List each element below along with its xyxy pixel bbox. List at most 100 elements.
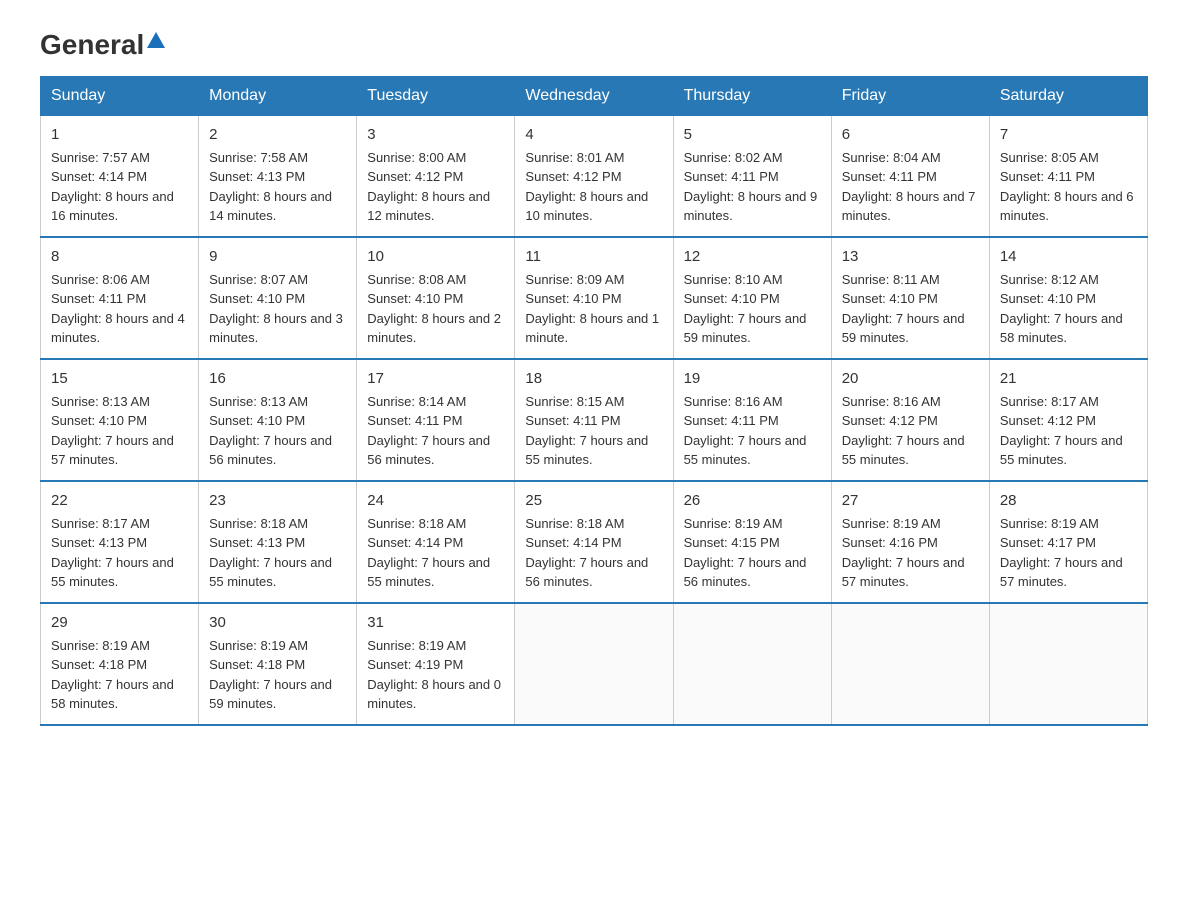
day-number: 5: [684, 124, 821, 146]
calendar-day-cell: [831, 603, 989, 725]
calendar-day-cell: [989, 603, 1147, 725]
weekday-header-row: SundayMondayTuesdayWednesdayThursdayFrid…: [41, 77, 1148, 116]
logo: General: [40, 30, 167, 56]
day-number: 4: [525, 124, 662, 146]
calendar-day-cell: 4 Sunrise: 8:01 AMSunset: 4:12 PMDaylight…: [515, 116, 673, 238]
day-info: Sunrise: 8:16 AMSunset: 4:12 PMDaylight:…: [842, 394, 965, 468]
day-number: 10: [367, 246, 504, 268]
weekday-header-tuesday: Tuesday: [357, 77, 515, 116]
day-info: Sunrise: 8:13 AMSunset: 4:10 PMDaylight:…: [209, 394, 332, 468]
calendar-day-cell: [673, 603, 831, 725]
logo-general: General: [40, 31, 144, 59]
day-number: 9: [209, 246, 346, 268]
day-number: 17: [367, 368, 504, 390]
day-info: Sunrise: 8:05 AMSunset: 4:11 PMDaylight:…: [1000, 150, 1134, 224]
day-info: Sunrise: 8:08 AMSunset: 4:10 PMDaylight:…: [367, 272, 501, 346]
calendar-day-cell: 3 Sunrise: 8:00 AMSunset: 4:12 PMDaylight…: [357, 116, 515, 238]
day-number: 13: [842, 246, 979, 268]
calendar-day-cell: 19 Sunrise: 8:16 AMSunset: 4:11 PMDayligh…: [673, 359, 831, 481]
day-number: 19: [684, 368, 821, 390]
calendar-day-cell: 24Sunrise: 8:18 AMSunset: 4:14 PMDayligh…: [357, 481, 515, 603]
weekday-header-sunday: Sunday: [41, 77, 199, 116]
calendar-week-row: 29 Sunrise: 8:19 AMSunset: 4:18 PMDayligh…: [41, 603, 1148, 725]
calendar-week-row: 15 Sunrise: 8:13 AMSunset: 4:10 PMDayligh…: [41, 359, 1148, 481]
day-number: 14: [1000, 246, 1137, 268]
day-info: Sunrise: 8:17 AMSunset: 4:12 PMDaylight:…: [1000, 394, 1123, 468]
day-info: Sunrise: 8:19 AMSunset: 4:19 PMDaylight:…: [367, 638, 501, 712]
day-number: 1: [51, 124, 188, 146]
day-number: 30: [209, 612, 346, 634]
day-info: Sunrise: 8:00 AMSunset: 4:12 PMDaylight:…: [367, 150, 490, 224]
day-info: Sunrise: 8:01 AMSunset: 4:12 PMDaylight:…: [525, 150, 648, 224]
calendar-day-cell: 28 Sunrise: 8:19 AMSunset: 4:17 PMDayligh…: [989, 481, 1147, 603]
calendar-day-cell: 14Sunrise: 8:12 AMSunset: 4:10 PMDayligh…: [989, 237, 1147, 359]
day-info: Sunrise: 8:19 AMSunset: 4:18 PMDaylight:…: [51, 638, 174, 712]
calendar-day-cell: 1 Sunrise: 7:57 AMSunset: 4:14 PMDaylight…: [41, 116, 199, 238]
calendar-day-cell: 5 Sunrise: 8:02 AMSunset: 4:11 PMDaylight…: [673, 116, 831, 238]
day-number: 3: [367, 124, 504, 146]
calendar-day-cell: 27 Sunrise: 8:19 AMSunset: 4:16 PMDayligh…: [831, 481, 989, 603]
calendar-day-cell: 17 Sunrise: 8:14 AMSunset: 4:11 PMDayligh…: [357, 359, 515, 481]
day-info: Sunrise: 8:06 AMSunset: 4:11 PMDaylight:…: [51, 272, 185, 346]
day-info: Sunrise: 8:19 AMSunset: 4:16 PMDaylight:…: [842, 516, 965, 590]
page-header: General: [40, 30, 1148, 56]
day-number: 20: [842, 368, 979, 390]
day-number: 18: [525, 368, 662, 390]
day-number: 23: [209, 490, 346, 512]
day-number: 21: [1000, 368, 1137, 390]
day-number: 22: [51, 490, 188, 512]
day-number: 25: [525, 490, 662, 512]
day-number: 29: [51, 612, 188, 634]
day-info: Sunrise: 8:13 AMSunset: 4:10 PMDaylight:…: [51, 394, 174, 468]
day-info: Sunrise: 8:19 AMSunset: 4:17 PMDaylight:…: [1000, 516, 1123, 590]
logo-triangle-icon: [145, 30, 167, 52]
calendar-day-cell: 10 Sunrise: 8:08 AMSunset: 4:10 PMDayligh…: [357, 237, 515, 359]
day-info: Sunrise: 8:09 AMSunset: 4:10 PMDaylight:…: [525, 272, 659, 346]
day-info: Sunrise: 8:04 AMSunset: 4:11 PMDaylight:…: [842, 150, 976, 224]
calendar-day-cell: 23 Sunrise: 8:18 AMSunset: 4:13 PMDayligh…: [199, 481, 357, 603]
calendar-day-cell: [515, 603, 673, 725]
day-info: Sunrise: 8:14 AMSunset: 4:11 PMDaylight:…: [367, 394, 490, 468]
calendar-day-cell: 11 Sunrise: 8:09 AMSunset: 4:10 PMDayligh…: [515, 237, 673, 359]
calendar-day-cell: 31 Sunrise: 8:19 AMSunset: 4:19 PMDayligh…: [357, 603, 515, 725]
day-number: 8: [51, 246, 188, 268]
day-info: Sunrise: 8:16 AMSunset: 4:11 PMDaylight:…: [684, 394, 807, 468]
calendar-day-cell: 2Sunrise: 7:58 AMSunset: 4:13 PMDaylight…: [199, 116, 357, 238]
day-number: 26: [684, 490, 821, 512]
calendar-day-cell: 7 Sunrise: 8:05 AMSunset: 4:11 PMDaylight…: [989, 116, 1147, 238]
day-info: Sunrise: 8:17 AMSunset: 4:13 PMDaylight:…: [51, 516, 174, 590]
day-number: 15: [51, 368, 188, 390]
day-info: Sunrise: 8:18 AMSunset: 4:13 PMDaylight:…: [209, 516, 332, 590]
day-number: 31: [367, 612, 504, 634]
day-info: Sunrise: 8:18 AMSunset: 4:14 PMDaylight:…: [367, 516, 490, 590]
calendar-week-row: 8 Sunrise: 8:06 AMSunset: 4:11 PMDaylight…: [41, 237, 1148, 359]
calendar-table: SundayMondayTuesdayWednesdayThursdayFrid…: [40, 76, 1148, 726]
calendar-day-cell: 29 Sunrise: 8:19 AMSunset: 4:18 PMDayligh…: [41, 603, 199, 725]
day-number: 7: [1000, 124, 1137, 146]
day-number: 28: [1000, 490, 1137, 512]
calendar-week-row: 22 Sunrise: 8:17 AMSunset: 4:13 PMDayligh…: [41, 481, 1148, 603]
calendar-day-cell: 16Sunrise: 8:13 AMSunset: 4:10 PMDayligh…: [199, 359, 357, 481]
calendar-day-cell: 15 Sunrise: 8:13 AMSunset: 4:10 PMDayligh…: [41, 359, 199, 481]
calendar-day-cell: 6 Sunrise: 8:04 AMSunset: 4:11 PMDaylight…: [831, 116, 989, 238]
calendar-day-cell: 18Sunrise: 8:15 AMSunset: 4:11 PMDayligh…: [515, 359, 673, 481]
day-number: 12: [684, 246, 821, 268]
day-info: Sunrise: 8:10 AMSunset: 4:10 PMDaylight:…: [684, 272, 807, 346]
calendar-day-cell: 8 Sunrise: 8:06 AMSunset: 4:11 PMDaylight…: [41, 237, 199, 359]
day-info: Sunrise: 8:19 AMSunset: 4:15 PMDaylight:…: [684, 516, 807, 590]
calendar-day-cell: 9 Sunrise: 8:07 AMSunset: 4:10 PMDaylight…: [199, 237, 357, 359]
day-number: 6: [842, 124, 979, 146]
day-number: 11: [525, 246, 662, 268]
day-info: Sunrise: 8:07 AMSunset: 4:10 PMDaylight:…: [209, 272, 343, 346]
weekday-header-friday: Friday: [831, 77, 989, 116]
day-info: Sunrise: 8:18 AMSunset: 4:14 PMDaylight:…: [525, 516, 648, 590]
weekday-header-monday: Monday: [199, 77, 357, 116]
day-number: 27: [842, 490, 979, 512]
day-info: Sunrise: 7:57 AMSunset: 4:14 PMDaylight:…: [51, 150, 174, 224]
day-info: Sunrise: 8:02 AMSunset: 4:11 PMDaylight:…: [684, 150, 818, 224]
weekday-header-wednesday: Wednesday: [515, 77, 673, 116]
calendar-day-cell: 13Sunrise: 8:11 AMSunset: 4:10 PMDayligh…: [831, 237, 989, 359]
calendar-day-cell: 20 Sunrise: 8:16 AMSunset: 4:12 PMDayligh…: [831, 359, 989, 481]
calendar-day-cell: 12 Sunrise: 8:10 AMSunset: 4:10 PMDayligh…: [673, 237, 831, 359]
calendar-day-cell: 25 Sunrise: 8:18 AMSunset: 4:14 PMDayligh…: [515, 481, 673, 603]
